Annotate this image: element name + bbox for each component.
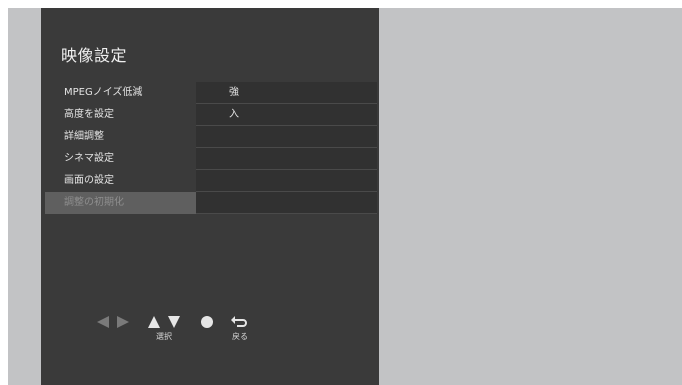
menu-item-value[interactable]: 入 xyxy=(196,104,377,126)
menu-item-advanced-settings[interactable]: 高度を設定 入 xyxy=(45,104,377,126)
menu-item-fine-adjustment[interactable]: 詳細調整 xyxy=(45,126,377,148)
menu-item-value xyxy=(196,192,377,214)
menu-item-value[interactable] xyxy=(196,148,377,170)
select-label: 選択 xyxy=(156,332,172,341)
menu-item-label: 画面の設定 xyxy=(64,175,114,186)
settings-menu: MPEGノイズ低減 強 高度を設定 入 詳細調整 シネマ設定 画面の設定 調整の… xyxy=(45,82,377,214)
up-down-arrows-icon xyxy=(148,316,180,328)
select-hint: 選択 xyxy=(147,315,181,342)
menu-item-value[interactable] xyxy=(196,126,377,148)
menu-item-cinema-settings[interactable]: シネマ設定 xyxy=(45,148,377,170)
menu-item-value[interactable]: 強 xyxy=(196,82,377,104)
menu-item-value[interactable] xyxy=(196,170,377,192)
remote-control-hints: 選択 戻る xyxy=(96,315,276,355)
menu-item-mpeg-noise-reduction[interactable]: MPEGノイズ低減 強 xyxy=(45,82,377,104)
menu-item-label: 高度を設定 xyxy=(64,109,114,120)
left-right-arrows-icon xyxy=(97,316,129,328)
menu-item-screen-settings[interactable]: 画面の設定 xyxy=(45,170,377,192)
menu-item-label: 詳細調整 xyxy=(64,131,104,142)
back-label: 戻る xyxy=(232,332,248,341)
ok-dot-icon xyxy=(201,316,213,328)
back-arrow-icon xyxy=(231,316,247,327)
menu-item-reset-adjustments: 調整の初期化 xyxy=(45,192,377,214)
menu-title: 映像設定 xyxy=(61,46,128,65)
left-right-hint xyxy=(96,315,130,329)
ok-hint xyxy=(200,315,214,329)
back-hint: 戻る xyxy=(231,315,249,342)
menu-item-label: シネマ設定 xyxy=(64,153,114,164)
menu-item-label: MPEGノイズ低減 xyxy=(64,87,143,98)
menu-item-label: 調整の初期化 xyxy=(45,192,196,214)
